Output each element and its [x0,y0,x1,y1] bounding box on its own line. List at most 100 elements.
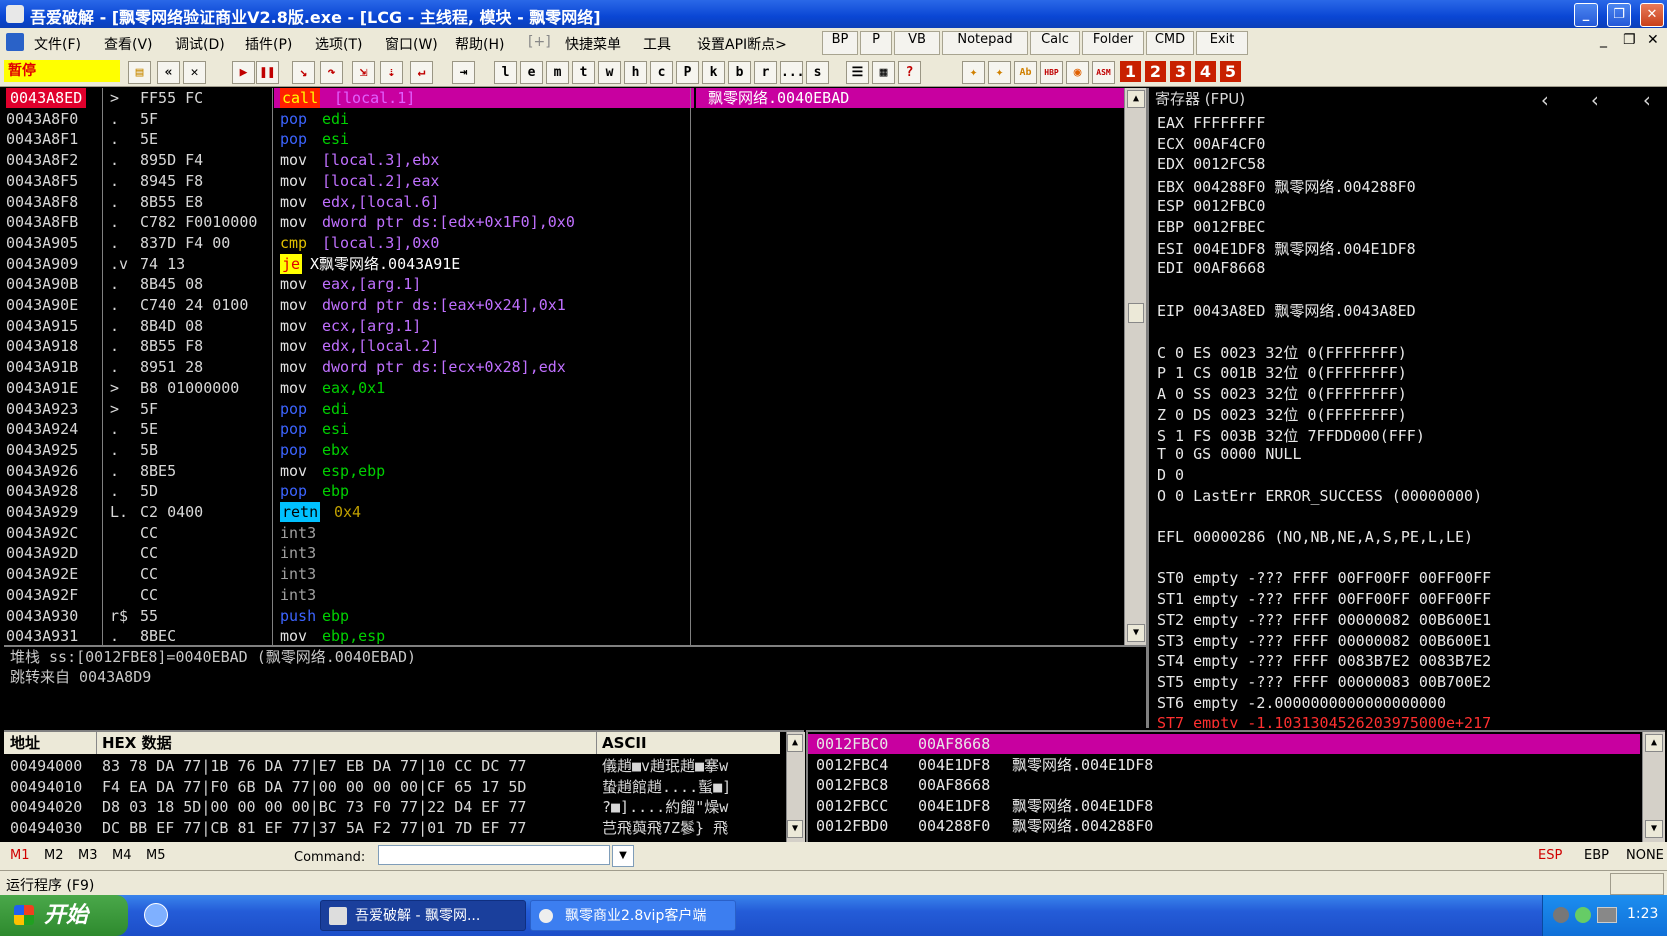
register-line[interactable]: T 0 GS 0000 NULL [1157,445,1302,465]
task-debugger[interactable]: 吾爱破解 - 飘零网... [320,900,526,931]
disasm-row[interactable]: 0043A915. 8B4D 08 mov ecx,[arg.1] [4,316,1120,336]
register-line[interactable]: ECX 00AF4CF0 [1157,135,1265,155]
status-none[interactable]: NONE [1626,848,1664,863]
num-button-5[interactable]: 5 [1220,61,1241,82]
target-icon[interactable]: ◉ [1066,61,1089,84]
hbp-icon[interactable]: HBP [1040,61,1063,84]
register-line[interactable]: EBP 0012FBEC [1157,218,1265,238]
status-ebp[interactable]: EBP [1584,848,1609,863]
dump-scrollbar[interactable]: ▲ ▼ [786,732,805,842]
vb-button[interactable]: VB [894,31,940,55]
disasm-row[interactable]: 0043A931. 8BEC mov ebp,esp [4,626,1120,645]
mtab-5[interactable]: M5 [146,848,166,863]
tb-dots[interactable]: ... [780,61,804,84]
disasm-row[interactable]: 0043A8ED > FF55 FC call [local.1] [4,88,1120,108]
list-icon[interactable]: ☰ [846,61,869,84]
register-line[interactable]: ST3 empty -??? FFFF 00000082 00B600E1 [1157,632,1491,652]
menu-shortcuts[interactable]: 快捷菜单 [565,34,621,54]
command-input[interactable] [378,845,610,865]
stack-row[interactable]: 0012FBCC 004E1DF8 飘零网络.004E1DF8 [808,796,1638,816]
mtab-1[interactable]: M1 [10,848,30,863]
reg-nav-left3-icon[interactable]: ‹ [1641,88,1653,112]
register-line[interactable]: ST5 empty -??? FFFF 00000083 00B700E2 [1157,673,1491,693]
disasm-row[interactable]: 0043A918. 8B55 F8 mov edx,[local.2] [4,336,1120,356]
menu-view[interactable]: 查看(V) [104,34,153,54]
p-button[interactable]: P [860,31,892,55]
tray-icon-3[interactable] [1597,907,1617,923]
tb-k[interactable]: k [702,61,725,84]
register-line[interactable]: ST2 empty -??? FFFF 00000082 00B600E1 [1157,611,1491,631]
dump-row[interactable]: 00494010 F4 EA DA 77|F0 6B DA 77|00 00 00… [4,777,784,797]
disasm-row[interactable]: 0043A8F1. 5E pop esi [4,129,1120,149]
dump-col-addr[interactable]: 地址 [10,732,40,754]
stack-row[interactable]: 0012FBC4 004E1DF8 飘零网络.004E1DF8 [808,755,1638,775]
register-line[interactable]: ESI 004E1DF8 飘零网络.004E1DF8 [1157,238,1416,258]
stack-row[interactable]: 0012FBC0 00AF8668 [808,734,1638,754]
step-over-icon[interactable]: ↷ [320,61,343,84]
reg-nav-left-icon[interactable]: ‹ [1539,88,1551,112]
goto-icon[interactable]: ⇥ [452,61,475,84]
cmd-button[interactable]: CMD [1146,31,1194,55]
disasm-row[interactable]: 0043A930 r$ 55 push ebp [4,606,1120,626]
tray-icon-2[interactable] [1575,907,1591,923]
disasm-row[interactable]: 0043A8F0. 5F pop edi [4,109,1120,129]
disassembly-pane[interactable]: 飘零网络.0040EBAD 0043A8ED > FF55 FC call [local… [4,88,1146,645]
execute-till-return-icon[interactable]: ↵ [410,61,433,84]
num-button-3[interactable]: 3 [1170,61,1191,82]
disasm-row[interactable]: 0043A928. 5D pop ebp [4,481,1120,501]
stack-scrollbar[interactable]: ▲ ▼ [1642,732,1665,842]
register-line[interactable]: EAX FFFFFFFF [1157,114,1265,134]
calc-button[interactable]: Calc [1030,31,1080,55]
stack-scroll-up-icon[interactable]: ▲ [1645,734,1663,752]
reg-nav-left2-icon[interactable]: ‹ [1589,88,1601,112]
disasm-row[interactable]: 0043A92E CC int3 [4,564,1120,584]
plugin2-icon[interactable]: ✦ [988,61,1011,84]
disasm-row[interactable]: 0043A925. 5B pop ebx [4,440,1120,460]
register-line[interactable]: C 0 ES 0023 32位 0(FFFFFFFF) [1157,342,1407,362]
disasm-row[interactable]: 0043A8F8. 8B55 E8 mov edx,[local.6] [4,192,1120,212]
register-line[interactable]: EFL 00000286 (NO,NB,NE,A,S,PE,L,LE) [1157,528,1473,548]
dump-row[interactable]: 00494000 83 78 DA 77|1B 76 DA 77|E7 EB DA… [4,756,784,776]
num-button-2[interactable]: 2 [1145,61,1166,82]
disasm-row[interactable]: 0043A8FB. C782 F0010000 mov dword ptr ds:[e… [4,212,1120,232]
plugin1-icon[interactable]: ✦ [962,61,985,84]
step-into-icon[interactable]: ↘ [292,61,315,84]
mdi-restore-icon[interactable]: ❐ [1623,32,1636,48]
minimize-button[interactable]: _ [1574,3,1598,27]
disasm-row[interactable]: 0043A90E. C740 24 0100 mov dword ptr ds:[ea… [4,295,1120,315]
command-dropdown-icon[interactable]: ▼ [612,845,634,867]
mdi-minimize-icon[interactable]: _ [1600,32,1607,48]
num-button-1[interactable]: 1 [1120,61,1141,82]
close-button[interactable]: ✕ [1640,3,1664,27]
menu-tools[interactable]: 工具 [643,34,671,54]
menu-window[interactable]: 窗口(W) [385,34,438,54]
help-icon[interactable]: ? [898,61,921,84]
disasm-row[interactable]: 0043A929 L. C2 0400 retn 0x4 [4,502,1120,522]
register-line[interactable]: EIP 0043A8ED 飘零网络.0043A8ED [1157,300,1416,320]
menu-file[interactable]: 文件(F) [34,34,81,54]
disasm-row[interactable]: 0043A92F CC int3 [4,585,1120,605]
stack-row[interactable]: 0012FBD0 004288F0 飘零网络.004288F0 [808,816,1638,836]
register-line[interactable]: O 0 LastErr ERROR_SUCCESS (00000000) [1157,487,1482,507]
register-line[interactable]: ST7 empty -1.1031304526203975000e+217 [1157,714,1491,728]
disasm-row[interactable]: 0043A924. 5E pop esi [4,419,1120,439]
stack-pane[interactable]: 0012FBC0 00AF8668 0012FBC4 004E1DF8 飘零网络.004… [806,730,1665,842]
tb-w[interactable]: w [598,61,621,84]
ab-icon[interactable]: Ab [1014,61,1037,84]
disasm-row[interactable]: 0043A8F2. 895D F4 mov [local.3],ebx [4,150,1120,170]
tray-icon-1[interactable] [1553,907,1569,923]
disasm-row[interactable]: 0043A926. 8BE5 mov esp,ebp [4,461,1120,481]
tb-e[interactable]: e [520,61,543,84]
ie-quicklaunch-icon[interactable] [144,903,168,927]
tb-p[interactable]: P [676,61,699,84]
mtab-2[interactable]: M2 [44,848,64,863]
tb-m[interactable]: m [546,61,569,84]
folder-button[interactable]: Folder [1082,31,1144,55]
scroll-up-icon[interactable]: ▲ [1127,90,1145,108]
disasm-row[interactable]: 0043A91E > B8 01000000 mov eax,0x1 [4,378,1120,398]
tb-t[interactable]: t [572,61,595,84]
tb-h[interactable]: h [624,61,647,84]
dump-pane[interactable]: 地址 HEX 数据 ASCII 00494000 83 78 DA 77|1B 7… [4,730,805,842]
dump-col-hex[interactable]: HEX 数据 [102,732,172,754]
register-line[interactable]: ESP 0012FBC0 [1157,197,1265,217]
